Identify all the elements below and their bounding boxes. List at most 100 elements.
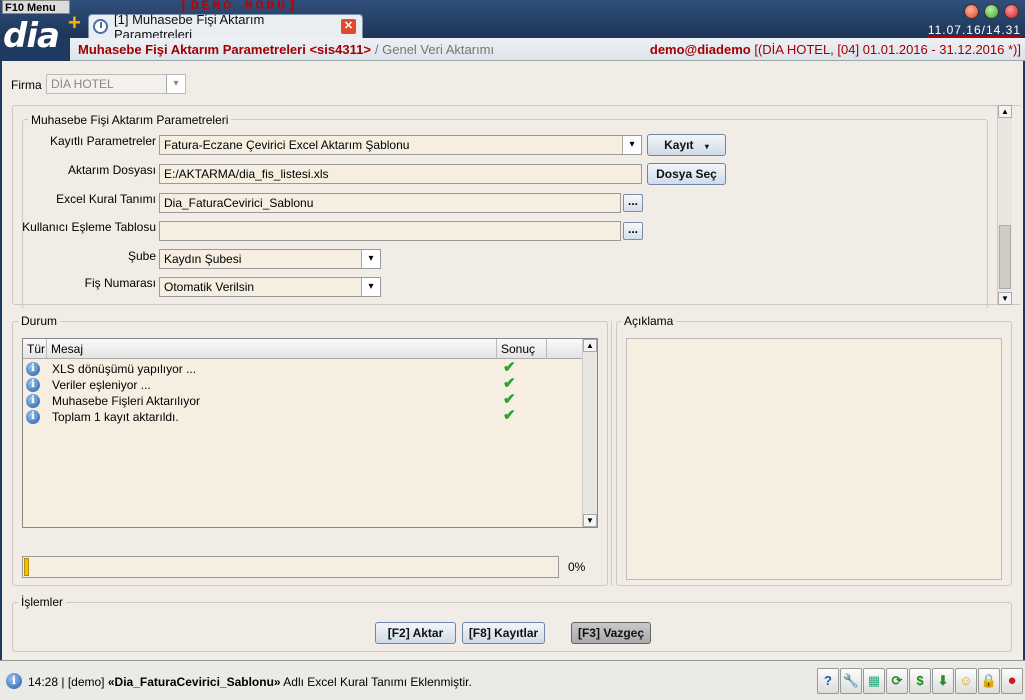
demo-mode-label: [DEMO MODU] [180, 0, 299, 13]
col-tur[interactable]: Tür [23, 339, 47, 359]
dosya-field[interactable]: E:/AKTARMA/dia_fis_listesi.xls [159, 164, 642, 184]
check-icon: ✔ [503, 375, 516, 392]
currency-icon[interactable]: $ [909, 668, 931, 694]
table-row[interactable]: i Muhasebe Fişleri Aktarılıyor ✔ [23, 391, 583, 409]
new-tab-plus-icon[interactable]: + [68, 12, 81, 34]
row-message: Toplam 1 kayıt aktarıldı. [52, 410, 179, 424]
main-panel: Firma DİA HOTEL ▾ Muhasebe Fişi Aktarım … [2, 61, 1023, 660]
dia-logo: dia [3, 16, 60, 56]
check-icon: ✔ [503, 359, 516, 376]
calculator-icon[interactable]: ▦ [863, 668, 885, 694]
islemler-title: İşlemler [18, 595, 67, 609]
status-bar: i 14:28 | [demo] «Dia_FaturaCevirici_Sab… [0, 660, 1025, 700]
f10-menu-button[interactable]: F10 Menu [2, 0, 70, 14]
progress-bar [22, 556, 559, 578]
aktar-button[interactable]: [F2] Aktar [375, 622, 456, 644]
fisno-combo[interactable]: Otomatik Verilsin ▾ [159, 277, 381, 297]
col-empty [547, 339, 583, 359]
esleme-label: Kullanıcı Eşleme Tablosu [22, 220, 156, 234]
kayitli-value: Fatura-Eczane Çevirici Excel Aktarım Şab… [164, 138, 410, 152]
progress-percent: 0% [568, 560, 586, 574]
minimize-icon[interactable] [964, 4, 979, 19]
title-bar: F10 Menu dia + [DEMO MODU] [1] Muhasebe … [0, 0, 1025, 56]
table-row[interactable]: i Toplam 1 kayıt aktarıldı. ✔ [23, 407, 583, 425]
kayitlar-button[interactable]: [F8] Kayıtlar [462, 622, 545, 644]
help-icon[interactable]: ? [817, 668, 839, 694]
firma-combo[interactable]: DİA HOTEL ▾ [46, 74, 186, 94]
chevron-down-icon[interactable]: ▾ [166, 75, 185, 93]
params-group-title: Muhasebe Fişi Aktarım Parametreleri [28, 113, 232, 127]
smiley-icon[interactable]: ☺ [955, 668, 977, 694]
info-icon: i [26, 378, 40, 392]
table-row[interactable]: i XLS dönüşümü yapılıyor ... ✔ [23, 359, 583, 377]
dosya-sec-button[interactable]: Dosya Seç [647, 163, 726, 185]
user-name: demo@diademo [649, 41, 751, 57]
user-context: demo@diademo [(DİA HOTEL, [04] 01.01.201… [650, 42, 1021, 57]
tab-muhasebe-fisi[interactable]: [1] Muhasebe Fişi Aktarım Parametreleri … [88, 12, 363, 42]
power-icon[interactable]: ● [1001, 668, 1023, 694]
kural-lookup-button[interactable]: ... [623, 194, 643, 212]
durum-table: Tür Mesaj Sonuç i XLS dönüşümü yapılıyor… [22, 338, 598, 528]
aciklama-title: Açıklama [621, 314, 677, 328]
close-window-icon[interactable] [1004, 4, 1019, 19]
sube-combo[interactable]: Kaydın Şubesi ▾ [159, 249, 381, 269]
status-message: 14:28 | [demo] «Dia_FaturaCevirici_Sablo… [28, 675, 472, 689]
chevron-down-icon[interactable]: ▾ [361, 250, 380, 268]
durum-title: Durum [18, 314, 61, 328]
vazgec-button[interactable]: [F3] Vazgeç [571, 622, 651, 644]
progress-fill [24, 558, 30, 576]
sube-value: Kaydın Şubesi [164, 252, 242, 266]
toolbar-icons: ? 🔧 ▦ ⟳ $ ⬇ ☺ 🔒 ● [817, 668, 1023, 694]
table-row[interactable]: i Veriler eşleniyor ... ✔ [23, 375, 583, 393]
chevron-down-icon[interactable]: ▾ [361, 278, 380, 296]
chevron-down-icon[interactable]: ▾ [622, 136, 641, 154]
refresh-icon[interactable]: ⟳ [886, 668, 908, 694]
table-scrollbar[interactable]: ▲ ▼ [582, 339, 597, 527]
download-icon[interactable]: ⬇ [932, 668, 954, 694]
info-icon: i [26, 410, 40, 424]
splitter[interactable] [611, 321, 613, 586]
window-buttons [964, 4, 1019, 19]
tab-label: [1] Muhasebe Fişi Aktarım Parametreleri [114, 11, 265, 42]
wrench-icon[interactable]: 🔧 [840, 668, 862, 694]
esleme-lookup-button[interactable]: ... [623, 222, 643, 240]
check-icon: ✔ [503, 391, 516, 408]
aciklama-textarea[interactable] [626, 338, 1002, 580]
scroll-thumb[interactable] [999, 225, 1011, 289]
firma-label: Firma [11, 78, 42, 92]
esleme-field[interactable] [159, 221, 621, 241]
lock-icon[interactable]: 🔒 [978, 668, 1000, 694]
kayit-button[interactable]: Kayıt ▾ [647, 134, 726, 156]
kural-field[interactable]: Dia_FaturaCevirici_Sablonu [159, 193, 621, 213]
row-message: Muhasebe Fişleri Aktarılıyor [52, 394, 201, 408]
col-mesaj[interactable]: Mesaj [47, 339, 497, 359]
dosya-label: Aktarım Dosyası [67, 163, 156, 177]
datetime: 11.07.16/14.31 [927, 23, 1022, 39]
firma-value: DİA HOTEL [51, 77, 114, 91]
fisno-label: Fiş Numarası [84, 276, 156, 290]
info-icon: i [26, 394, 40, 408]
page-header: Muhasebe Fişi Aktarım Parametreleri <sis… [70, 38, 1025, 61]
kural-label: Excel Kural Tanımı [56, 192, 156, 206]
check-icon: ✔ [503, 407, 516, 424]
fisno-value: Otomatik Verilsin [164, 280, 255, 294]
kayitli-combo[interactable]: Fatura-Eczane Çevirici Excel Aktarım Şab… [159, 135, 642, 155]
scroll-down-icon[interactable]: ▼ [998, 292, 1012, 305]
info-icon: i [26, 362, 40, 376]
close-tab-icon[interactable]: ✕ [341, 19, 356, 34]
kayitli-label: Kayıtlı Parametreler [49, 134, 156, 148]
clock-icon [93, 19, 108, 34]
breadcrumb: / Genel Veri Aktarımı [374, 41, 495, 57]
params-scrollbar[interactable]: ▲ ▼ [997, 105, 1012, 305]
scroll-down-icon[interactable]: ▼ [583, 514, 597, 527]
company-period: [(DİA HOTEL, [04] 01.01.2016 - 31.12.201… [754, 41, 1021, 57]
page-title: Muhasebe Fişi Aktarım Parametreleri <sis… [78, 41, 371, 57]
col-sonuc[interactable]: Sonuç [497, 339, 547, 359]
sube-label: Şube [127, 249, 156, 263]
row-message: XLS dönüşümü yapılıyor ... [52, 362, 197, 376]
scroll-up-icon[interactable]: ▲ [998, 105, 1012, 118]
scroll-up-icon[interactable]: ▲ [583, 339, 597, 352]
maximize-icon[interactable] [984, 4, 999, 19]
info-icon: i [6, 673, 22, 689]
row-message: Veriler eşleniyor ... [52, 378, 151, 392]
